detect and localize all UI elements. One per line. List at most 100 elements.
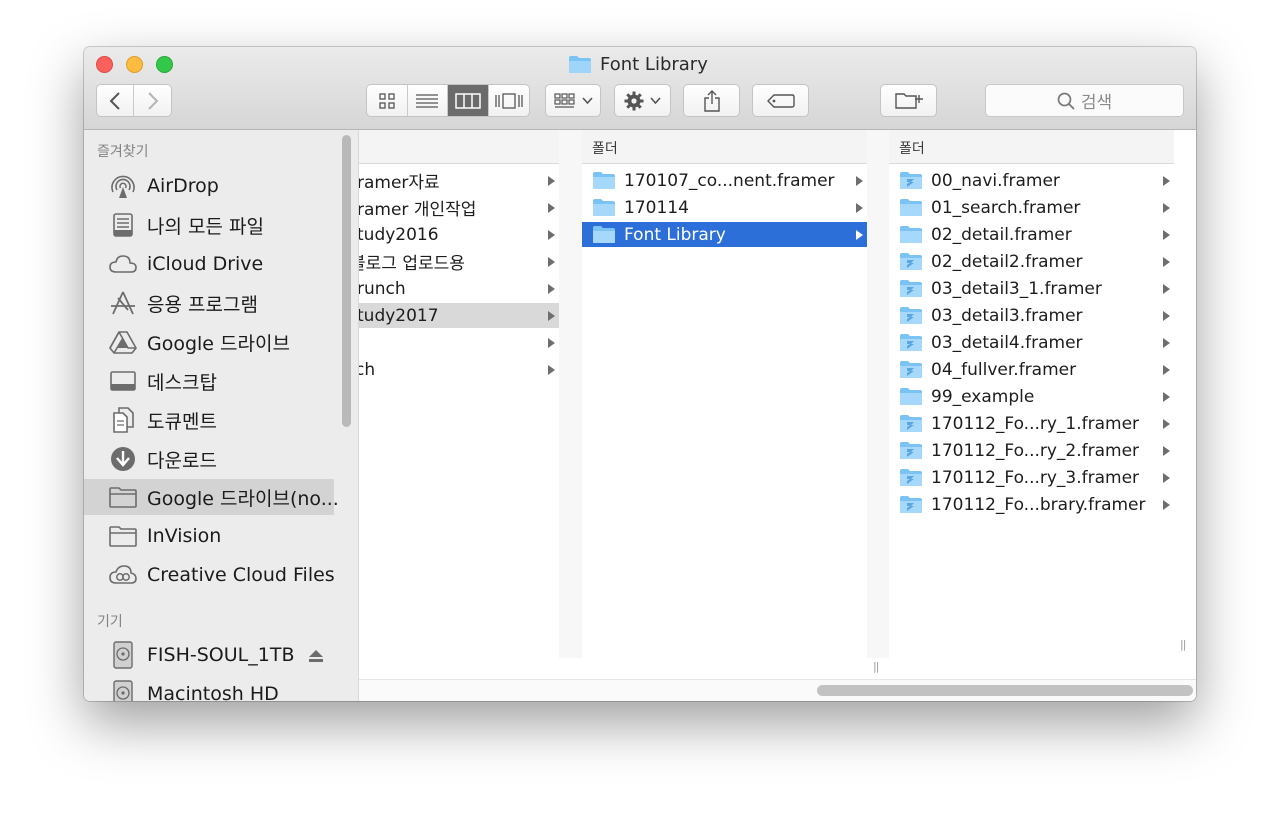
- list-item[interactable]: 03_detail3.framer: [889, 303, 1174, 328]
- framer-folder-icon: [900, 469, 922, 486]
- disclosure-arrow-icon: [548, 175, 555, 186]
- column-divider[interactable]: [559, 130, 582, 658]
- creative-cloud-icon: [109, 562, 137, 588]
- list-item[interactable]: 01_search.framer: [889, 195, 1174, 220]
- list-item[interactable]: runch: [359, 276, 559, 301]
- sidebar-item-label: FISH-SOUL_1TB: [147, 644, 295, 666]
- minimize-window-button[interactable]: [126, 56, 143, 73]
- folder-icon: [900, 226, 922, 243]
- column-resize-handle[interactable]: ||: [873, 660, 880, 673]
- zoom-window-button[interactable]: [156, 56, 173, 73]
- sidebar-item-applications[interactable]: 응용 프로그램: [84, 285, 334, 321]
- list-item[interactable]: 03_detail4.framer: [889, 330, 1174, 355]
- column-divider[interactable]: [867, 130, 889, 658]
- sidebar-item-label: 나의 모든 파일: [147, 215, 264, 238]
- list-item[interactable]: ch: [359, 357, 559, 382]
- column-view-button[interactable]: [448, 85, 489, 116]
- column-2: 폴더 170107_co...nent.framer 170114 Font L…: [582, 130, 867, 658]
- sidebar-item-all-files[interactable]: 나의 모든 파일: [84, 207, 334, 243]
- item-name: 블로그 업로드용: [359, 254, 465, 274]
- list-item[interactable]: 02_detail.framer: [889, 222, 1174, 247]
- item-name: runch: [359, 278, 406, 299]
- cover-flow-icon: [495, 92, 523, 109]
- list-item[interactable]: 블로그 업로드용: [359, 249, 559, 274]
- list-item[interactable]: 04_fullver.framer: [889, 357, 1174, 382]
- new-folder-button[interactable]: [880, 84, 937, 117]
- item-name: tudy2016: [359, 224, 439, 245]
- share-button[interactable]: [683, 84, 740, 117]
- sidebar-item-macintosh-hd[interactable]: Macintosh HD: [84, 676, 334, 701]
- disclosure-arrow-icon: [1163, 202, 1170, 213]
- list-item[interactable]: 00_navi.framer: [889, 168, 1174, 193]
- sidebar-item-google-drive[interactable]: Google 드라이브: [84, 324, 334, 360]
- tag-icon: [766, 93, 795, 108]
- cover-flow-view-button[interactable]: [489, 85, 529, 116]
- disclosure-arrow-icon: [548, 283, 555, 294]
- list-item[interactable]: 170112_Fo...ry_3.framer: [889, 465, 1174, 490]
- list-view-icon: [416, 93, 439, 108]
- share-icon: [703, 89, 720, 112]
- list-item[interactable]: 170107_co...nent.framer: [582, 168, 867, 193]
- disclosure-arrow-icon: [548, 202, 555, 213]
- forward-button[interactable]: [134, 85, 171, 116]
- sidebar-item-documents[interactable]: 도큐멘트: [84, 402, 334, 438]
- sidebar-item-creative-cloud-files[interactable]: Creative Cloud Files: [84, 557, 335, 593]
- action-button[interactable]: [614, 84, 671, 117]
- disclosure-arrow-icon: [1163, 364, 1170, 375]
- sidebar-item-airdrop[interactable]: AirDrop: [84, 168, 334, 204]
- list-item[interactable]: 170112_Fo...brary.framer: [889, 492, 1174, 517]
- sidebar-item-fish-soul[interactable]: FISH-SOUL_1TB: [84, 637, 334, 673]
- list-item[interactable]: 170112_Fo...ry_2.framer: [889, 438, 1174, 463]
- sidebar-item-label: Google 드라이브: [147, 332, 290, 355]
- search-field[interactable]: 검색: [985, 84, 1184, 117]
- framer-folder-icon: [900, 280, 922, 297]
- list-item[interactable]: ramer 개인작업: [359, 195, 559, 220]
- sidebar-item-label: 응용 프로그램: [147, 293, 258, 316]
- disclosure-arrow-icon: [548, 364, 555, 375]
- list-view-button[interactable]: [408, 85, 448, 116]
- framer-folder-icon: [900, 442, 922, 459]
- disclosure-arrow-icon: [1163, 445, 1170, 456]
- disclosure-arrow-icon: [548, 229, 555, 240]
- list-item[interactable]: 03_detail3_1.framer: [889, 276, 1174, 301]
- sidebar: 즐겨찾기 AirDrop 나의 모든 파일 iCloud Drive 응용 프로…: [84, 130, 359, 701]
- sidebar-item-label: Macintosh HD: [147, 683, 279, 701]
- list-item-selected[interactable]: tudy2017: [359, 303, 559, 328]
- horizontal-scrollbar-thumb[interactable]: [817, 685, 1193, 696]
- sidebar-item-google-drive-no[interactable]: Google 드라이브(no...: [84, 479, 339, 515]
- list-item[interactable]: 02_detail2.framer: [889, 249, 1174, 274]
- list-item[interactable]: 170114: [582, 195, 867, 220]
- sidebar-scrollbar[interactable]: [342, 135, 351, 427]
- close-window-button[interactable]: [96, 56, 113, 73]
- tags-button[interactable]: [752, 84, 809, 117]
- column-resize-handle[interactable]: ||: [1180, 638, 1187, 651]
- sidebar-item-label: AirDrop: [147, 175, 219, 197]
- framer-folder-icon: [900, 307, 922, 324]
- list-item[interactable]: 170112_Fo...ry_1.framer: [889, 411, 1174, 436]
- framer-folder-icon: [900, 334, 922, 351]
- sidebar-item-label: 데스크탑: [147, 371, 217, 394]
- list-item[interactable]: ramer자료: [359, 168, 559, 193]
- desktop-icon: [109, 368, 137, 394]
- sidebar-item-label: 다운로드: [147, 449, 217, 472]
- eject-icon[interactable]: [308, 648, 324, 667]
- sidebar-item-icloud-drive[interactable]: iCloud Drive: [84, 246, 334, 282]
- sidebar-item-desktop[interactable]: 데스크탑: [84, 363, 334, 399]
- back-button[interactable]: [97, 85, 135, 116]
- sidebar-item-downloads[interactable]: 다운로드: [84, 441, 334, 477]
- arrange-button[interactable]: [545, 84, 601, 117]
- disclosure-arrow-icon: [1163, 310, 1170, 321]
- google-drive-icon: [109, 329, 137, 355]
- chevron-left-icon: [109, 91, 120, 110]
- list-item-selected[interactable]: Font Library: [582, 222, 867, 247]
- item-name: 170112_Fo...brary.framer: [931, 494, 1146, 515]
- sidebar-item-invision[interactable]: InVision: [84, 518, 334, 554]
- icon-view-button[interactable]: [367, 85, 408, 116]
- list-item[interactable]: 99_example: [889, 384, 1174, 409]
- list-item[interactable]: [359, 330, 559, 355]
- list-item[interactable]: tudy2016: [359, 222, 559, 247]
- applications-icon: [109, 290, 137, 316]
- disclosure-arrow-icon: [856, 175, 863, 186]
- folder-icon: [109, 523, 137, 549]
- devices-header: 기기: [97, 614, 123, 630]
